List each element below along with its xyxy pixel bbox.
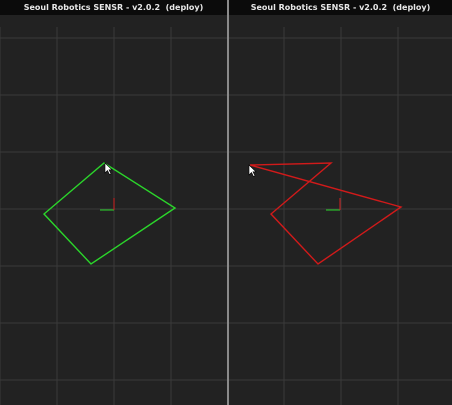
right-grid — [229, 27, 452, 405]
right-viewport-canvas[interactable] — [229, 15, 452, 405]
right-viewer-window[interactable]: Seoul Robotics SENSR - v2.0.2 (deploy) — [229, 0, 452, 405]
left-window-title: Seoul Robotics SENSR - v2.0.2 (deploy) — [0, 0, 227, 15]
left-viewer-window[interactable]: Seoul Robotics SENSR - v2.0.2 (deploy) — [0, 0, 227, 405]
left-viewport-canvas[interactable] — [0, 15, 227, 405]
arrow-cursor-icon — [104, 162, 113, 175]
right-zone-polygon[interactable] — [249, 162, 403, 265]
left-grid — [0, 27, 227, 405]
right-3d-viewport[interactable] — [229, 15, 452, 405]
left-zone-polygon[interactable] — [42, 162, 177, 265]
left-origin-axes — [100, 198, 115, 211]
right-origin-axes — [326, 198, 341, 211]
left-3d-viewport[interactable] — [0, 15, 227, 405]
right-window-title: Seoul Robotics SENSR - v2.0.2 (deploy) — [229, 0, 452, 15]
